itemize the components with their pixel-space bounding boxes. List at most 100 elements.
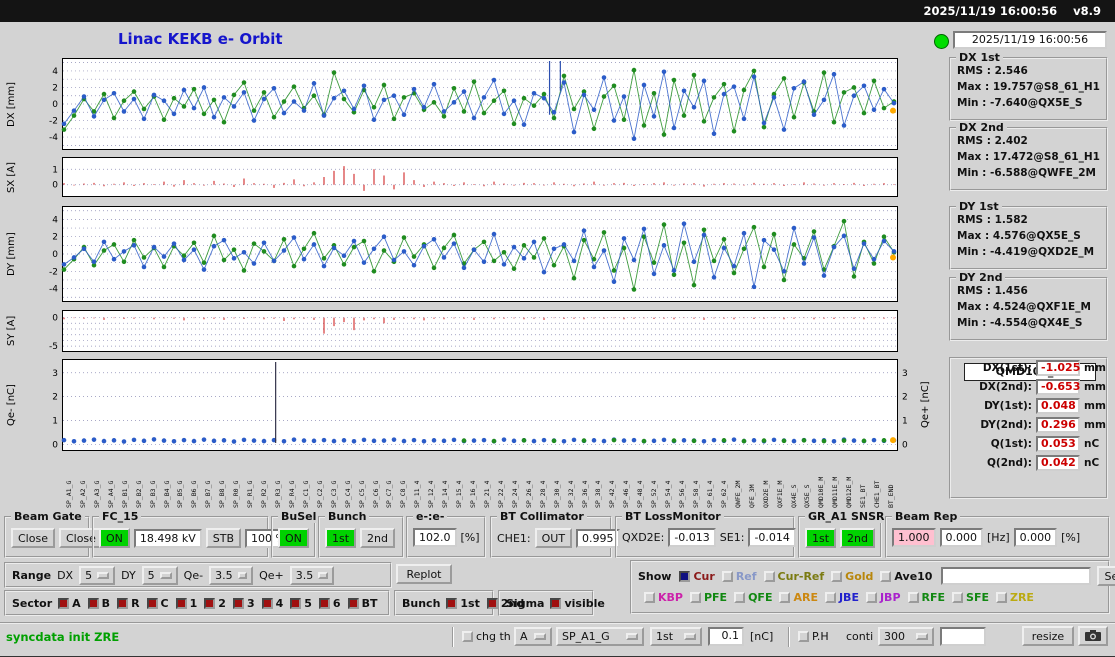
checkbox-label: Ave10 xyxy=(894,569,933,583)
checkbox-label: R xyxy=(131,596,140,610)
check-cur[interactable]: Cur xyxy=(679,570,715,583)
ref-file-input[interactable] xyxy=(941,567,1092,585)
beam-gate-close-button-1[interactable]: Close xyxy=(11,528,55,548)
checkbox-label: SFE xyxy=(966,591,989,604)
bpm-name-label: SP_46_4 xyxy=(623,480,631,508)
stat-max: Max : 19.757@S8_61_H1 xyxy=(957,81,1100,93)
snapshot-button[interactable] xyxy=(1078,626,1108,646)
checkbox-indicator xyxy=(117,597,129,609)
bpm-name-label: SE1_BT xyxy=(860,484,868,508)
check-4[interactable]: 4 xyxy=(261,597,283,610)
check-cur-ref[interactable]: Cur-Ref xyxy=(763,570,824,583)
check-3[interactable]: 3 xyxy=(232,597,255,610)
snsr-2nd-button[interactable]: 2nd xyxy=(840,528,875,548)
check-are[interactable]: ARE xyxy=(779,591,818,604)
check-gold[interactable]: Gold xyxy=(831,570,873,583)
busel-on-button[interactable]: ON xyxy=(278,528,309,548)
mode-a-select[interactable]: A xyxy=(514,627,552,646)
threshold-input[interactable]: 0.1 xyxy=(708,627,744,646)
snsr-1st-button[interactable]: 1st xyxy=(805,528,837,548)
check-1st[interactable]: 1st xyxy=(446,597,480,610)
sp-monitor-select[interactable]: SP_A1_G xyxy=(556,627,644,646)
dropdown-handle-icon xyxy=(97,571,110,579)
mode-a-value: A xyxy=(520,630,528,643)
sigma-title: Sigma xyxy=(506,596,545,610)
bpm-name-label: SP_62_4 xyxy=(720,480,728,508)
checkbox-indicator xyxy=(261,597,273,609)
bpm-name-label: SP_C3_G xyxy=(330,480,338,508)
check-sfe[interactable]: SFE xyxy=(952,591,989,604)
bpm-name-label: QX4E_S xyxy=(790,484,798,508)
check-ave10[interactable]: Ave10 xyxy=(880,570,932,583)
range-qeplus-value: 3.5 xyxy=(295,568,314,582)
check-jbp[interactable]: JBP xyxy=(865,591,901,604)
check-chg-th[interactable]: chg th xyxy=(462,630,511,643)
monitor-row-unit: nC xyxy=(1084,438,1100,450)
check-5[interactable]: 5 xyxy=(290,597,312,610)
check-bt[interactable]: BT xyxy=(347,597,377,610)
check-r[interactable]: R xyxy=(117,596,140,610)
check-jbe[interactable]: JBE xyxy=(824,591,859,604)
beam-gate-group: Beam Gate Close Close xyxy=(4,510,103,558)
check-kbp[interactable]: KBP xyxy=(644,591,683,604)
group-title: BT Collimator xyxy=(497,510,587,523)
charge-plot: 3 2 1 0 3 2 1 0 xyxy=(22,359,938,451)
check-a[interactable]: A xyxy=(58,597,81,610)
checkbox-label: 2 xyxy=(218,596,226,610)
sigma-group: Sigma visible xyxy=(498,590,605,616)
titlebar: 2025/11/19 16:00:56 v8.9 xyxy=(0,0,1115,22)
checkbox-indicator xyxy=(87,597,99,609)
bunch-1st-button[interactable]: 1st xyxy=(325,528,357,548)
check-rfe[interactable]: RFE xyxy=(907,591,945,604)
bpm-name-label: SP_R4_G xyxy=(288,480,296,508)
bpm-name-label: SP_58_4 xyxy=(693,480,700,508)
interval-select[interactable]: 300 xyxy=(878,627,934,646)
group-title: Beam Gate xyxy=(11,510,85,523)
set-ref-button[interactable]: Set Ref xyxy=(1097,566,1115,586)
check-2[interactable]: 2 xyxy=(204,597,226,610)
replot-button[interactable]: Replot xyxy=(396,564,452,584)
che1-out-button[interactable]: OUT xyxy=(534,528,573,548)
bpm-name-label: SP_B8_G xyxy=(219,480,227,508)
checkbox-label: JBP xyxy=(879,591,901,604)
resize-button[interactable]: resize xyxy=(1022,626,1074,646)
bpm-name-label: SP_R1_G xyxy=(247,480,255,508)
check-pfe[interactable]: PFE xyxy=(689,591,727,604)
range-dy-select[interactable]: 5 xyxy=(141,565,178,585)
bunch-order-select[interactable]: 1st xyxy=(650,627,702,646)
check-p-h[interactable]: P.H xyxy=(798,630,829,643)
statbox-dx-1st: DX 1st RMS : 2.546 Max : 19.757@S8_61_H1… xyxy=(949,51,1108,121)
monitor-row-value: -0.653 xyxy=(1036,379,1080,395)
svg-text:1: 1 xyxy=(902,417,908,427)
timestamp-display: 2025/11/19 16:00:56 xyxy=(953,31,1107,49)
range-dx-label: DX xyxy=(57,568,74,582)
stat-rms: RMS : 1.582 xyxy=(957,214,1028,226)
check-zre[interactable]: ZRE xyxy=(995,591,1034,604)
beam-rep-group: Beam Rep 1.000 0.000 [Hz] 0.000 [%] xyxy=(885,510,1110,558)
checkbox-indicator xyxy=(689,592,701,603)
bpm-name-label: SP_61_4 xyxy=(706,480,714,508)
check-b[interactable]: B xyxy=(87,597,110,610)
bpm-name-label: SP_C2_G xyxy=(316,480,324,508)
check-visible[interactable]: visible xyxy=(550,597,605,610)
aux-input[interactable] xyxy=(940,627,986,646)
qxd2e-value-display: -0.013 xyxy=(668,528,716,547)
check-qfe[interactable]: QFE xyxy=(734,591,772,604)
range-dx-select[interactable]: 5 xyxy=(79,565,116,585)
bunch-2nd-button[interactable]: 2nd xyxy=(360,528,395,548)
beamrep-value-1: 1.000 xyxy=(892,528,936,547)
check-6[interactable]: 6 xyxy=(318,597,341,610)
check-ref[interactable]: Ref xyxy=(721,570,757,583)
fc15-on-button[interactable]: ON xyxy=(99,528,130,548)
range-qeminus-select[interactable]: 3.5 xyxy=(209,565,254,585)
fc15-stb-button[interactable]: STB xyxy=(205,528,242,548)
bpm-name-label: SP_52_4 xyxy=(651,480,659,508)
bpm-name-label: SP_26_4 xyxy=(525,480,533,508)
check-1[interactable]: 1 xyxy=(175,597,197,610)
check-c[interactable]: C xyxy=(146,597,169,610)
monitor-row: Q(2nd): 0.042 nC xyxy=(953,454,1102,472)
monitor-row-unit: mm xyxy=(1084,400,1106,412)
range-qeplus-select[interactable]: 3.5 xyxy=(289,565,334,585)
bt-collimator-group: BT Collimator CHE1: OUT 0.995 xyxy=(490,510,620,558)
stat-rms: RMS : 2.402 xyxy=(957,135,1028,147)
